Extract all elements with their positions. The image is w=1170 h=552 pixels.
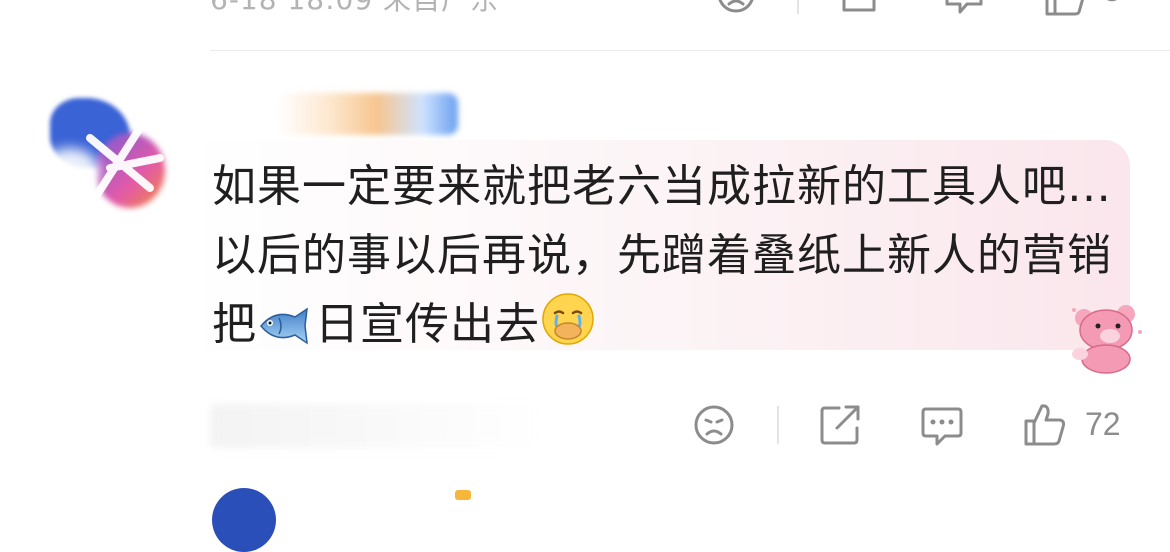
comment-line-2: 以后的事以后再说，先蹭着叠纸上新人的营销 — [212, 230, 1112, 281]
comment-line-3b: 日宣传出去 — [315, 299, 540, 350]
share-icon[interactable] — [840, 0, 882, 14]
username[interactable] — [278, 93, 458, 135]
vertical-separator — [777, 406, 779, 444]
avatar[interactable] — [40, 78, 180, 218]
scribble-mask-icon — [86, 124, 164, 202]
like-thumb-icon[interactable] — [1043, 0, 1087, 18]
crying-face-emoji-icon — [542, 293, 594, 345]
like-count: 72 — [1085, 406, 1121, 442]
prev-comment-action-bar: 8 — [0, 0, 1170, 22]
next-comment-badge — [455, 490, 471, 500]
dislike-face-icon[interactable] — [693, 404, 735, 446]
comment-text: 如果一定要来就把老六当成拉新的工具人吧… 以后的事以后再说，先蹭着叠纸上新人的营… — [212, 152, 1117, 359]
next-comment-avatar[interactable] — [212, 488, 276, 552]
comment-line-1: 如果一定要来就把老六当成拉新的工具人吧… — [212, 161, 1112, 212]
pink-bear-sticker-icon — [1072, 305, 1142, 374]
like-thumb-icon[interactable] — [1023, 402, 1067, 448]
prev-like-count: 8 — [1103, 0, 1121, 9]
comment-action-bar: 72 — [0, 398, 1170, 454]
comment-icon[interactable] — [920, 404, 964, 448]
comment-icon[interactable] — [943, 0, 985, 16]
comment-line-3a: 把 — [212, 299, 257, 350]
share-icon[interactable] — [819, 404, 863, 446]
comment-divider — [210, 50, 1170, 51]
comment-line-3: 把 日宣传出去 — [212, 290, 1117, 359]
dislike-face-icon[interactable] — [716, 0, 756, 14]
fish-emoji-icon — [260, 307, 308, 345]
prev-vertical-separator — [797, 0, 799, 14]
